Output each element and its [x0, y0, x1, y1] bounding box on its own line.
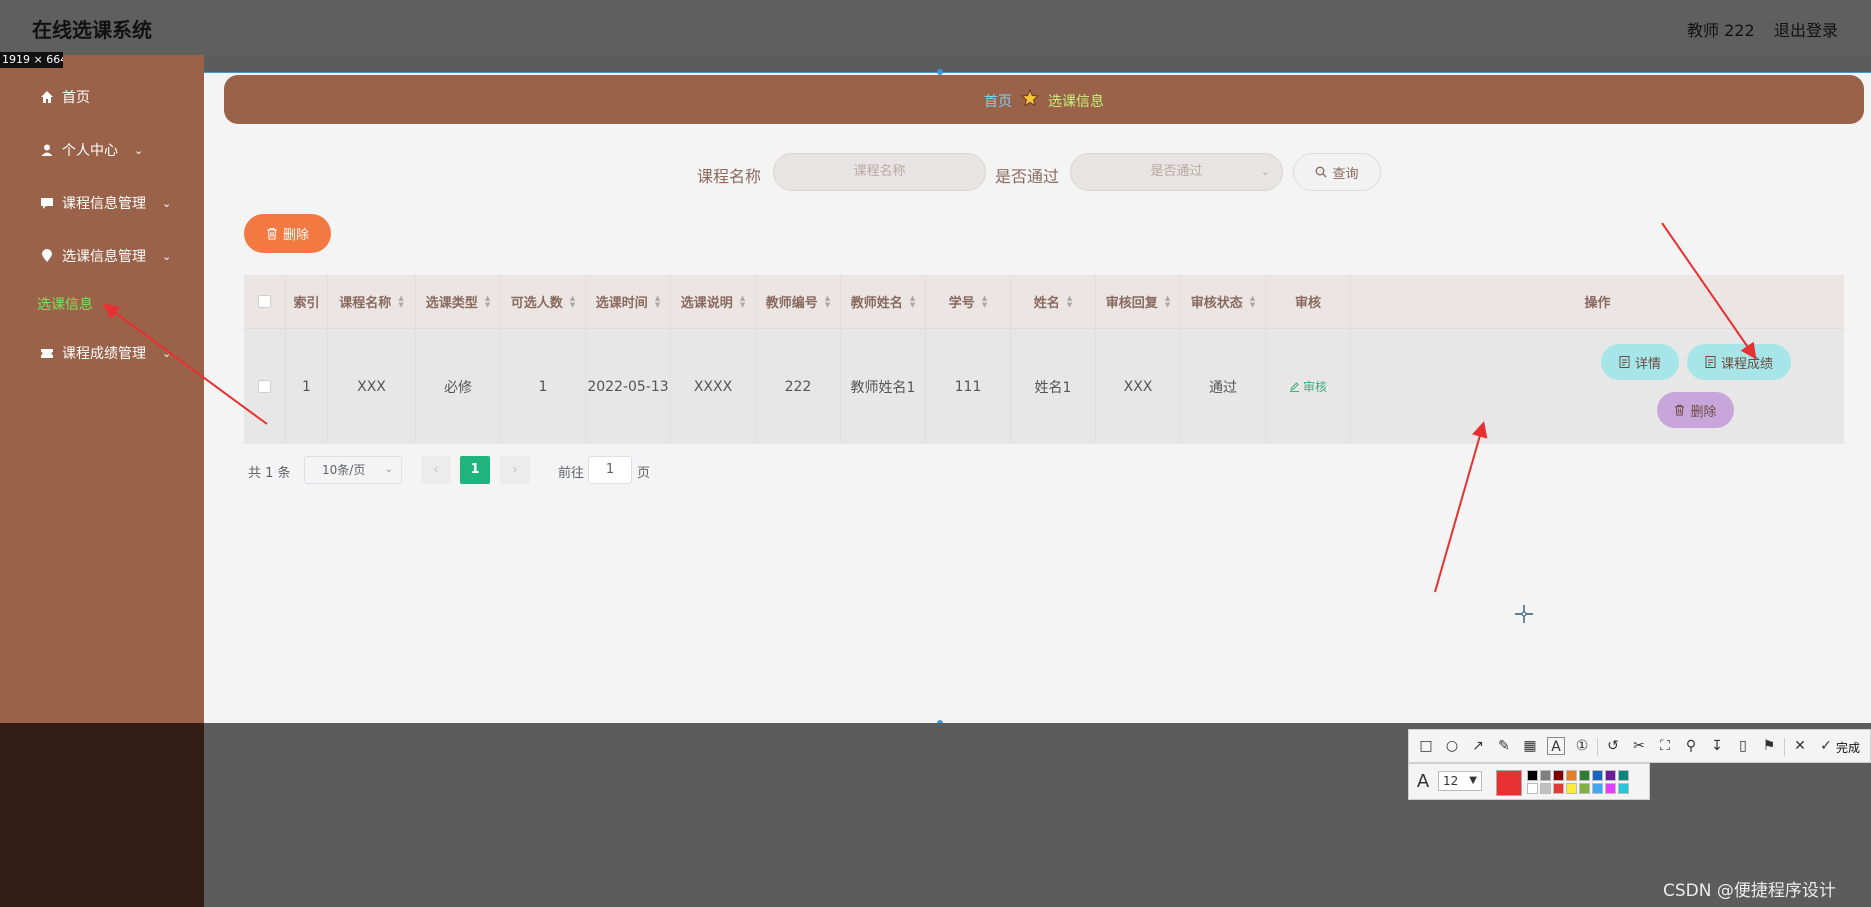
- color-swatch[interactable]: [1553, 783, 1564, 794]
- color-swatch[interactable]: [1618, 783, 1629, 794]
- arrow-to-audit-link: [1434, 421, 1488, 593]
- color-swatch[interactable]: [1618, 770, 1629, 781]
- current-color-swatch[interactable]: [1496, 770, 1522, 796]
- color-swatch[interactable]: [1579, 783, 1590, 794]
- color-panel: A 12 ▼: [1408, 763, 1650, 800]
- font-size-icon: A: [1416, 771, 1430, 792]
- color-swatch[interactable]: [1540, 770, 1551, 781]
- color-swatch[interactable]: [1527, 783, 1538, 794]
- arrow-to-sidebar: [102, 303, 268, 425]
- rectangle-tool-icon[interactable]: □: [1417, 737, 1435, 755]
- font-size-value: 12: [1443, 774, 1459, 788]
- arrow-tool-icon[interactable]: ↗: [1469, 737, 1487, 755]
- device-icon[interactable]: ▯: [1734, 737, 1752, 755]
- dropdown-arrow-icon: ▼: [1469, 775, 1477, 786]
- color-swatch[interactable]: [1566, 770, 1577, 781]
- toolbar-separator: [1784, 738, 1785, 756]
- toolbar-separator: [1597, 738, 1598, 756]
- color-swatch[interactable]: [1605, 783, 1616, 794]
- color-swatch[interactable]: [1592, 783, 1603, 794]
- bookmark-icon[interactable]: ⚑: [1760, 737, 1778, 755]
- font-size-select[interactable]: 12 ▼: [1438, 771, 1482, 791]
- close-icon[interactable]: ✕: [1791, 737, 1809, 755]
- color-swatch[interactable]: [1540, 783, 1551, 794]
- scissors-icon[interactable]: ✂: [1630, 737, 1648, 755]
- arrow-to-grade-button: [1661, 222, 1757, 360]
- pen-tool-icon[interactable]: ✎: [1495, 737, 1513, 755]
- color-swatch[interactable]: [1592, 770, 1603, 781]
- number-tool-icon[interactable]: ①: [1573, 737, 1591, 755]
- color-swatch[interactable]: [1579, 770, 1590, 781]
- text-tool-icon[interactable]: A: [1547, 737, 1565, 755]
- watermark: CSDN @便捷程序设计: [1663, 881, 1836, 901]
- expand-icon[interactable]: ⛶: [1656, 737, 1674, 755]
- done-button[interactable]: 完成: [1836, 739, 1860, 756]
- color-swatch[interactable]: [1566, 783, 1577, 794]
- color-swatch[interactable]: [1605, 770, 1616, 781]
- mosaic-tool-icon[interactable]: ▦: [1521, 737, 1539, 755]
- color-swatch[interactable]: [1527, 770, 1538, 781]
- screenshot-toolbar: □ ○ ↗ ✎ ▦ A ① ↺ ✂ ⛶ ⚲ ↧ ▯ ⚑ ✕ ✓ 完成: [1408, 729, 1871, 763]
- color-swatch[interactable]: [1553, 770, 1564, 781]
- download-icon[interactable]: ↧: [1708, 737, 1726, 755]
- undo-icon[interactable]: ↺: [1604, 737, 1622, 755]
- pin-icon[interactable]: ⚲: [1682, 737, 1700, 755]
- ellipse-tool-icon[interactable]: ○: [1443, 737, 1461, 755]
- crosshair-cursor-icon: [1515, 605, 1533, 623]
- check-icon[interactable]: ✓: [1817, 737, 1835, 755]
